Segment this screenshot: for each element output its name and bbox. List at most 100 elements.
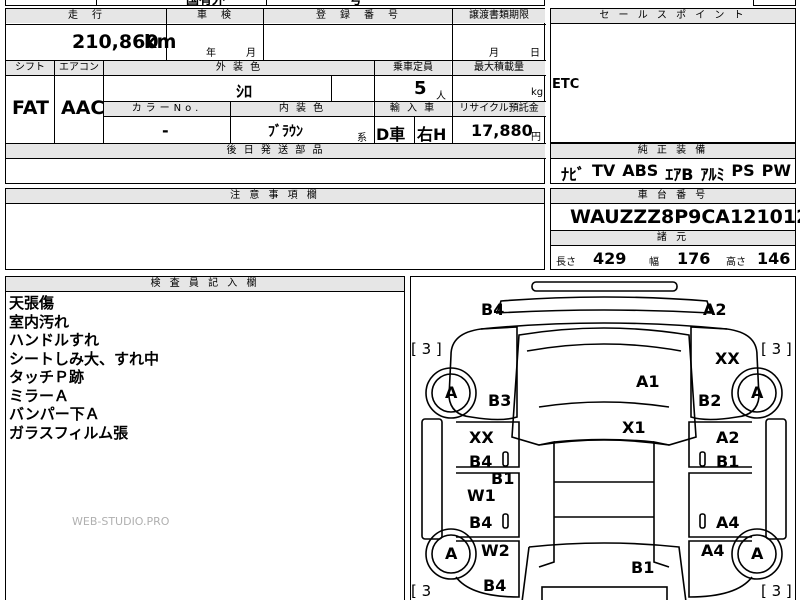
inspection-month: 月 xyxy=(246,48,256,59)
recycle-value: 17,880 xyxy=(471,121,533,140)
damage-mark: W2 xyxy=(481,541,510,560)
equipment-item: ｱﾙﾐ xyxy=(700,165,725,184)
capacity-value: 5 xyxy=(414,78,427,99)
equipment-header: 純 正 装 備 xyxy=(551,144,795,159)
equipment-item: TV xyxy=(591,161,616,180)
note-item: ミラーＡ xyxy=(9,386,70,405)
watermark: WEB-STUDIO.PRO xyxy=(72,515,170,528)
damage-mark: XX xyxy=(469,428,494,447)
exterior-color-header: 外 装 色 xyxy=(104,61,374,75)
shift-header: シフト xyxy=(6,61,54,75)
sales-points-box: セ ー ル ス ポ イ ン ト ETC xyxy=(550,8,796,143)
capacity-header: 乗車定員 xyxy=(375,61,451,75)
damage-mark: A4 xyxy=(716,513,740,532)
color-no-header: カラーNo. xyxy=(104,102,230,116)
interior-color-header: 内 装 色 xyxy=(231,102,373,116)
max-load-header: 最大積載量 xyxy=(453,61,545,75)
equipment-item: PS xyxy=(731,161,755,180)
max-load-unit: kg xyxy=(531,87,544,98)
note-item: 天張傷 xyxy=(9,294,55,312)
tire-tread-label: [ 3 ] xyxy=(761,340,792,358)
sales-points-text: ETC xyxy=(552,77,580,92)
length-label: 長さ xyxy=(556,257,576,268)
mileage-header: 走 行 xyxy=(6,9,166,23)
car-diagram-box: [ 3 ] [ 3 ] [ 3 [ 3 ] A A A A B4 A2 XX A… xyxy=(410,276,796,600)
note-item: バンパー下Ａ xyxy=(9,405,100,423)
damage-mark: B4 xyxy=(483,576,507,595)
damage-mark: B1 xyxy=(716,452,740,471)
equipment-box: 純 正 装 備 ﾅﾋﾞ TV ABS ｴｱB ｱﾙﾐ PS PW xyxy=(550,143,796,184)
later-parts-header: 後 日 発 送 部 品 xyxy=(6,144,545,158)
transfer-header: 譲渡書類期限 xyxy=(453,9,545,23)
caution-box: 注 意 事 項 欄 xyxy=(5,188,545,270)
height-value: 146 xyxy=(757,249,791,268)
note-item: ガラスフィルム張 xyxy=(9,423,129,442)
note-item: シートしみ大、すれ中 xyxy=(9,349,160,368)
chassis-number: WAUZZZ8P9CA121012 xyxy=(570,206,800,228)
wheel-mark: A xyxy=(751,383,764,402)
tire-tread-label: [ 3 xyxy=(411,582,432,600)
import-drive: D車 xyxy=(376,125,406,144)
shift-value: FAT xyxy=(12,97,49,119)
tire-tread-label: [ 3 ] xyxy=(411,340,442,358)
chassis-box: 車 台 番 号 WAUZZZ8P9CA121012 諸 元 長さ 429 幅 1… xyxy=(550,188,800,270)
damage-mark: B4 xyxy=(481,300,505,319)
sales-points-header: セ ー ル ス ポ イ ン ト xyxy=(551,9,795,24)
top-right-strip xyxy=(753,0,796,6)
capacity-unit: 人 xyxy=(436,91,446,102)
damage-mark: A2 xyxy=(716,428,740,447)
top-partial-text: 国有外 xyxy=(186,0,226,8)
exterior-color-value: ｼﾛ xyxy=(236,82,253,101)
aircon-header: エアコン xyxy=(55,61,103,75)
import-header: 輸 入 車 xyxy=(375,102,451,116)
damage-mark: A2 xyxy=(703,300,727,319)
aircon-value: AAC xyxy=(61,97,105,119)
inspection-header: 車 検 xyxy=(167,9,263,23)
height-label: 高さ xyxy=(726,257,746,268)
chassis-header: 車 台 番 号 xyxy=(551,189,795,204)
tire-tread-label: [ 3 ] xyxy=(761,582,792,600)
inspector-header: 検 査 員 記 入 欄 xyxy=(6,277,404,292)
equipment-item: PW xyxy=(761,161,791,180)
wheel-mark: A xyxy=(751,544,764,563)
interior-color-value: ﾌﾞﾗｳﾝ xyxy=(268,124,303,140)
note-item: ハンドルすれ xyxy=(9,331,100,349)
width-label: 幅 xyxy=(649,257,659,268)
wheel-mark: A xyxy=(445,383,458,402)
transfer-day: 日 xyxy=(530,48,540,59)
damage-mark: X1 xyxy=(622,418,646,437)
recycle-unit: 円 xyxy=(531,132,541,143)
damage-mark: W1 xyxy=(467,486,496,505)
registration-header: 登 録 番 号 xyxy=(264,9,452,23)
damage-mark: B4 xyxy=(469,513,493,532)
vehicle-info-table: 走 行 車 検 登 録 番 号 譲渡書類期限 210,860 km 年 月 月 … xyxy=(5,8,546,184)
transfer-month: 月 xyxy=(489,48,499,59)
specs-header: 諸 元 xyxy=(551,231,795,246)
interior-color-suffix: 系 xyxy=(357,133,367,144)
mileage-unit: km xyxy=(144,31,177,53)
top-partial-strip: 国有外 号 xyxy=(5,0,545,8)
note-item: 室内汚れ xyxy=(9,312,70,331)
damage-mark: B2 xyxy=(698,391,722,410)
equipment-item: ｴｱB xyxy=(665,165,694,184)
damage-mark: XX xyxy=(715,349,740,368)
wheel-mark: A xyxy=(445,544,458,563)
equipment-item: ﾅﾋﾞ xyxy=(561,165,586,184)
recycle-header: リサイクル預託金 xyxy=(453,102,545,116)
inspection-year: 年 xyxy=(206,48,216,59)
width-value: 176 xyxy=(677,249,711,268)
import-handle: 右H xyxy=(417,125,447,144)
inspector-notes: 天張傷 室内汚れ ハンドルすれ シートしみ大、すれ中 タッチＰ跡 ミラーＡ バン… xyxy=(9,294,159,442)
length-value: 429 xyxy=(593,249,627,268)
top-partial-text-2: 号 xyxy=(349,0,363,8)
damage-mark: B3 xyxy=(488,391,512,410)
damage-mark: B4 xyxy=(469,452,493,471)
note-item: タッチＰ跡 xyxy=(9,368,85,386)
damage-mark: A4 xyxy=(701,541,725,560)
color-no-value: - xyxy=(162,121,169,140)
caution-header: 注 意 事 項 欄 xyxy=(6,189,544,204)
damage-mark: B1 xyxy=(631,558,655,577)
inspector-box: 検 査 員 記 入 欄 天張傷 室内汚れ ハンドルすれ シートしみ大、すれ中 タ… xyxy=(5,276,405,600)
equipment-item: ABS xyxy=(622,161,659,180)
equipment-list: ﾅﾋﾞ TV ABS ｴｱB ｱﾙﾐ PS PW xyxy=(561,161,791,185)
